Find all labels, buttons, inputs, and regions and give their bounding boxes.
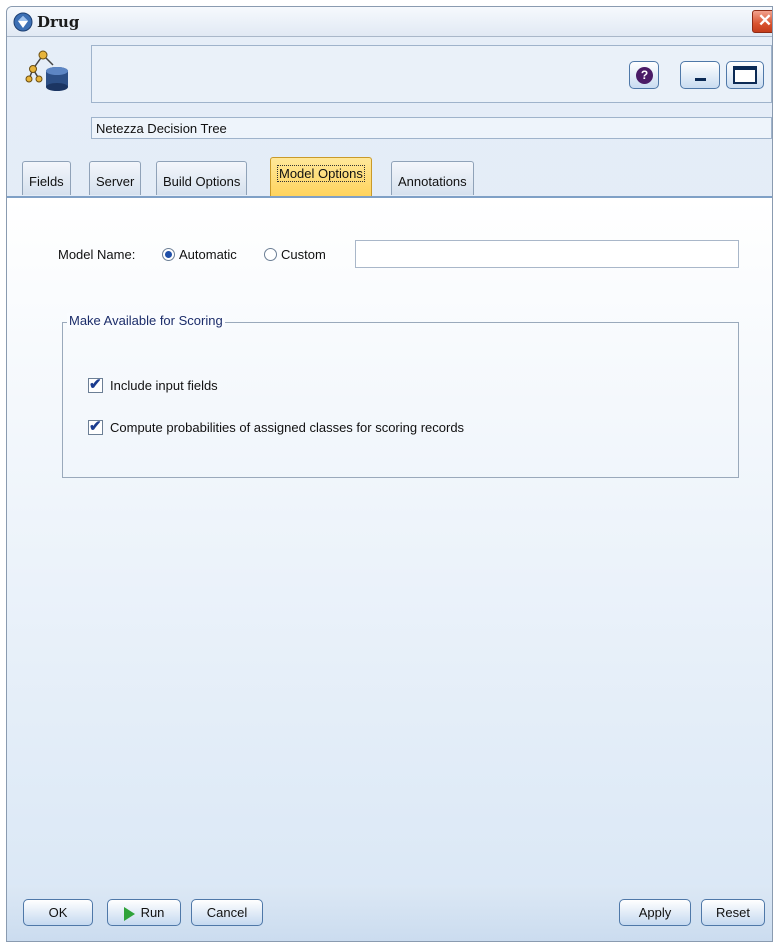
minimize-button[interactable] — [680, 61, 720, 89]
run-button[interactable]: Run — [107, 899, 181, 926]
scoring-groupbox — [62, 322, 739, 478]
reset-button[interactable]: Reset — [701, 899, 765, 926]
button-bar: OK Run Cancel Apply Reset — [7, 885, 772, 941]
app-diamond-icon — [13, 12, 33, 32]
tab-fields[interactable]: Fields — [22, 161, 71, 195]
close-button[interactable]: ✕ — [752, 10, 773, 33]
maximize-button[interactable] — [726, 61, 764, 89]
maximize-icon — [733, 66, 757, 84]
tab-label: Model Options — [277, 165, 365, 182]
node-type-label: Netezza Decision Tree — [91, 117, 772, 139]
run-label: Run — [140, 905, 165, 920]
compute-probabilities-label[interactable]: Compute probabilities of assigned classe… — [110, 420, 464, 435]
tab-bar: Fields Server Build Options Model Option… — [7, 157, 772, 197]
tab-build-options[interactable]: Build Options — [156, 161, 248, 195]
custom-model-name-input[interactable] — [355, 240, 739, 268]
radio-automatic[interactable] — [162, 248, 175, 261]
model-name-label: Model Name: — [58, 247, 136, 262]
scoring-group-title: Make Available for Scoring — [67, 313, 225, 328]
tab-annotations[interactable]: Annotations — [391, 161, 474, 195]
radio-custom-label[interactable]: Custom — [281, 247, 326, 262]
ok-button[interactable]: OK — [23, 899, 93, 926]
include-input-fields-label[interactable]: Include input fields — [110, 378, 218, 393]
run-play-icon — [123, 906, 135, 921]
apply-button[interactable]: Apply — [619, 899, 691, 926]
radio-automatic-label[interactable]: Automatic — [179, 247, 237, 262]
window-title: Drug — [37, 13, 80, 31]
tab-label: Fields — [29, 174, 64, 189]
title-bar[interactable]: Drug ✕ — [7, 7, 772, 37]
close-icon: ✕ — [757, 11, 773, 30]
node-name-field[interactable] — [91, 45, 772, 103]
cancel-button[interactable]: Cancel — [191, 899, 263, 926]
help-icon: ? — [636, 67, 653, 84]
help-button[interactable]: ? — [629, 61, 659, 89]
tab-model-options[interactable]: Model Options — [270, 157, 372, 197]
include-input-fields-checkbox[interactable] — [88, 375, 103, 393]
compute-probabilities-checkbox[interactable] — [88, 417, 103, 435]
decision-tree-db-icon — [25, 50, 68, 91]
minimize-icon — [695, 78, 706, 81]
tab-label: Annotations — [398, 174, 467, 189]
model-options-panel: Model Name: Automatic Custom Make Availa… — [7, 198, 772, 885]
radio-custom[interactable] — [264, 248, 277, 261]
tab-label: Server — [96, 174, 135, 189]
tab-label: Build Options — [163, 174, 241, 189]
tab-server[interactable]: Server — [89, 161, 142, 195]
dialog-window: Drug ✕ ? Netezza Decision Tree Fields Se… — [6, 6, 773, 942]
